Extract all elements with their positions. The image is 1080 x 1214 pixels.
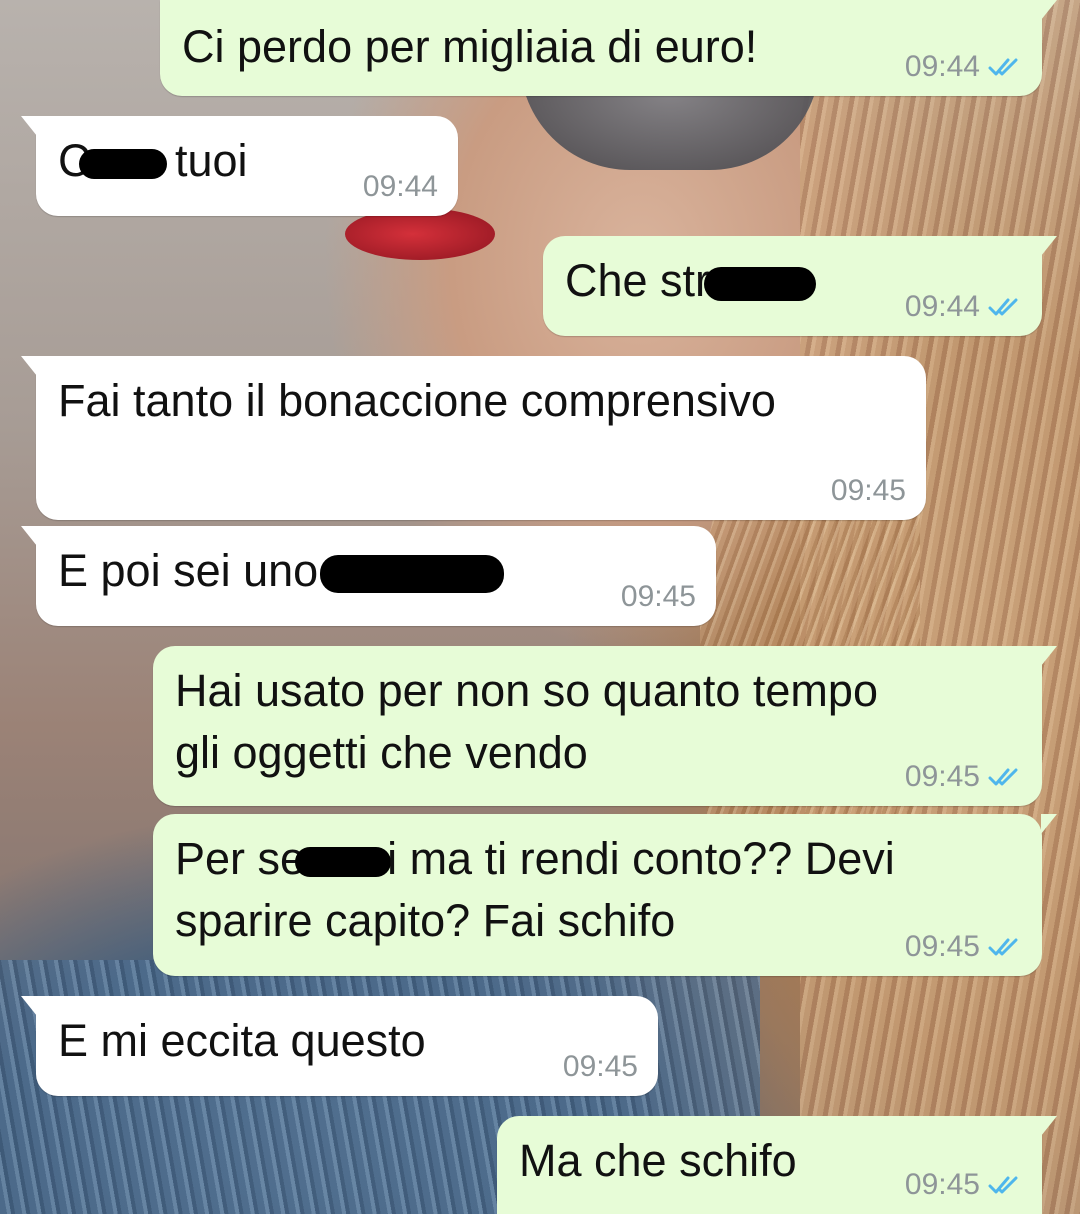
message-time: 09:45 xyxy=(830,474,906,507)
message-meta: 09:45 xyxy=(831,476,906,506)
message-meta: 09:44 xyxy=(905,292,1022,322)
read-double-check-icon xyxy=(988,938,1018,956)
redaction-mark xyxy=(320,555,505,594)
message-meta: 09:45 xyxy=(563,1052,638,1082)
message-text: E poi sei uno xyxy=(58,540,694,602)
message-meta: 09:45 xyxy=(905,762,1022,792)
redaction-mark xyxy=(295,847,392,878)
message-text-part: Che str xyxy=(565,255,711,306)
read-double-check-icon xyxy=(988,58,1018,76)
message-time: 09:45 xyxy=(904,760,980,793)
message-bubble-incoming[interactable]: Fai tanto il bonaccione comprensivo 09:4… xyxy=(21,356,926,520)
read-double-check-icon xyxy=(988,298,1018,316)
message-time: 09:44 xyxy=(362,170,438,203)
message-meta: 09:45 xyxy=(905,1170,1022,1200)
message-bubble-outgoing[interactable]: Ci perdo per migliaia di euro! 09:44 xyxy=(160,0,1057,96)
message-text-part: E poi sei uno xyxy=(58,545,319,596)
message-text-part: tuoi xyxy=(162,135,248,186)
message-bubble-incoming[interactable]: C tuoi 09:44 xyxy=(21,116,458,216)
message-meta: 09:44 xyxy=(363,172,438,202)
message-list[interactable]: Ci perdo per migliaia di euro! 09:44 C t… xyxy=(0,0,1080,1214)
message-text: Per se i ma ti rendi conto?? Devi sparire… xyxy=(175,828,1020,952)
message-bubble-outgoing[interactable]: Hai usato per non so quanto tempo gli og… xyxy=(153,646,1057,806)
message-text: E mi eccita questo xyxy=(58,1015,426,1066)
redaction-mark xyxy=(704,267,817,302)
message-meta: 09:45 xyxy=(621,582,696,612)
message-time: 09:45 xyxy=(620,580,696,613)
message-bubble-outgoing[interactable]: Per se i ma ti rendi conto?? Devi sparire… xyxy=(153,814,1057,976)
message-bubble-incoming[interactable]: E mi eccita questo 09:45 xyxy=(21,996,658,1096)
read-double-check-icon xyxy=(988,1176,1018,1194)
message-bubble-outgoing[interactable]: Che str 09:44 xyxy=(543,236,1057,336)
message-text: Hai usato per non so quanto tempo gli og… xyxy=(175,665,878,778)
message-time: 09:45 xyxy=(562,1050,638,1083)
message-time: 09:44 xyxy=(904,290,980,323)
message-bubble-incoming[interactable]: E poi sei uno 09:45 xyxy=(21,526,716,626)
message-text-part: i ma ti rendi conto?? Devi xyxy=(387,833,895,884)
message-text-part: Per se xyxy=(175,833,306,884)
message-time: 09:45 xyxy=(904,930,980,963)
message-meta: 09:44 xyxy=(905,52,1022,82)
message-text: Fai tanto il bonaccione comprensivo xyxy=(58,375,776,426)
message-bubble-outgoing[interactable]: Ma che schifo 09:45 xyxy=(497,1116,1057,1214)
message-text-part: sparire capito? Fai schifo xyxy=(175,895,676,946)
message-time: 09:45 xyxy=(904,1168,980,1201)
message-meta: 09:45 xyxy=(905,932,1022,962)
redaction-mark xyxy=(78,149,167,180)
read-double-check-icon xyxy=(988,768,1018,786)
message-time: 09:44 xyxy=(904,50,980,83)
message-text: Ci perdo per migliaia di euro! xyxy=(182,21,758,72)
